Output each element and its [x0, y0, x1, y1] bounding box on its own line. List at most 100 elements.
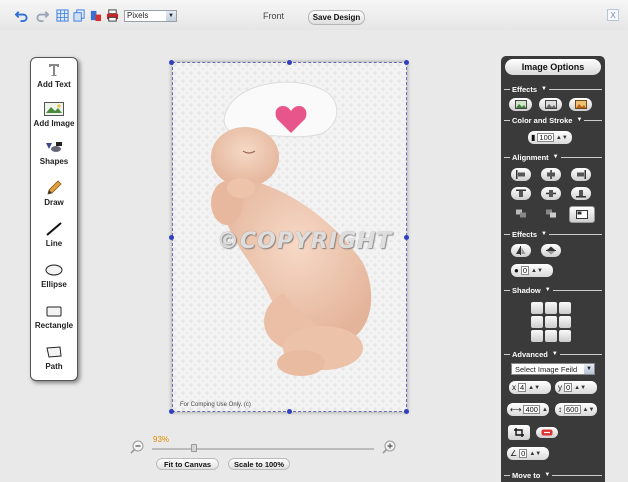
- stepper-arrows-icon[interactable]: ▲▼: [583, 407, 595, 413]
- design-canvas[interactable]: ©COPYRIGHT For Comping Use Only. (c): [172, 62, 407, 412]
- rotation-value[interactable]: 0: [519, 449, 528, 458]
- resize-handle[interactable]: [169, 409, 174, 414]
- side-label: Front: [263, 11, 285, 21]
- zoom-out-icon[interactable]: [130, 440, 144, 454]
- zoom-slider-track[interactable]: [152, 448, 374, 450]
- resize-handle[interactable]: [287, 409, 292, 414]
- bring-forward-button[interactable]: [541, 207, 561, 220]
- redo-icon[interactable]: [36, 9, 49, 22]
- tool-draw[interactable]: Draw: [31, 179, 77, 207]
- delete-icon[interactable]: [89, 9, 102, 22]
- section-effects-2[interactable]: Effects ▼: [504, 229, 602, 239]
- section-move-to[interactable]: Move to ▼: [504, 470, 602, 480]
- tool-path[interactable]: Path: [31, 343, 77, 371]
- height-value[interactable]: 600: [564, 405, 581, 414]
- section-color-stroke[interactable]: Color and Stroke ▼: [504, 115, 602, 125]
- tool-ellipse[interactable]: Ellipse: [31, 261, 77, 289]
- stepper-arrows-icon[interactable]: ▲▼: [556, 135, 568, 141]
- align-bottom-button[interactable]: [571, 187, 591, 200]
- angle-icon: ∠: [510, 449, 518, 458]
- shadow-cell[interactable]: [545, 316, 557, 328]
- shadow-cell[interactable]: [531, 316, 543, 328]
- unit-select[interactable]: Pixels ▼: [124, 10, 177, 22]
- align-center-button[interactable]: [541, 168, 561, 181]
- shadow-cell[interactable]: [531, 302, 543, 314]
- blur-icon: ●: [514, 266, 519, 275]
- align-top-icon: [516, 189, 526, 197]
- image-field-value: Select Image Feild: [515, 364, 578, 374]
- resize-handle[interactable]: [287, 60, 292, 65]
- shadow-cell[interactable]: [545, 302, 557, 314]
- stepper-arrows-icon[interactable]: ▲▼: [528, 385, 540, 391]
- resize-handle[interactable]: [404, 60, 409, 65]
- rotate-crop-button[interactable]: [536, 427, 558, 438]
- section-advanced[interactable]: Advanced ▼: [504, 349, 602, 359]
- flip-horizontal-button[interactable]: [511, 244, 531, 257]
- copy-icon[interactable]: [73, 9, 86, 22]
- image-options-title[interactable]: Image Options: [505, 59, 601, 75]
- y-position-stepper[interactable]: y 0 ▲▼: [555, 381, 597, 394]
- shadow-cell[interactable]: [559, 302, 571, 314]
- section-label: Move to: [512, 470, 541, 480]
- tool-label: Shapes: [39, 157, 69, 166]
- align-center-icon: [547, 170, 555, 179]
- tool-rectangle[interactable]: Rectangle: [31, 302, 77, 330]
- resize-handle[interactable]: [169, 60, 174, 65]
- stepper-arrows-icon[interactable]: ▲▼: [531, 268, 543, 274]
- opacity-value[interactable]: 100: [537, 133, 554, 142]
- zoom-in-icon[interactable]: [382, 440, 396, 454]
- shadow-cell[interactable]: [559, 316, 571, 328]
- blur-stepper[interactable]: ● 0 ▲▼: [511, 264, 553, 277]
- resize-handle[interactable]: [169, 235, 174, 240]
- scale-to-100-button[interactable]: Scale to 100%: [228, 458, 290, 470]
- resize-handle[interactable]: [404, 235, 409, 240]
- image-field-select[interactable]: Select Image Feild ▼: [511, 363, 595, 375]
- align-right-button[interactable]: [571, 168, 591, 181]
- shadow-cell[interactable]: [545, 330, 557, 342]
- flip-vertical-button[interactable]: [541, 244, 561, 257]
- x-position-stepper[interactable]: x 4 ▲▼: [509, 381, 551, 394]
- y-value[interactable]: 0: [564, 383, 573, 392]
- copyright-watermark: ©COPYRIGHT: [217, 229, 393, 254]
- effect-grayscale-button[interactable]: [539, 98, 562, 111]
- section-effects[interactable]: Effects ▼: [504, 84, 602, 94]
- effect-original-button[interactable]: [509, 98, 532, 111]
- opacity-stepper[interactable]: ▮ 100 ▲▼: [528, 131, 572, 144]
- send-backward-button[interactable]: [511, 207, 531, 220]
- shadow-cell[interactable]: [559, 330, 571, 342]
- zoom-slider-thumb[interactable]: [191, 444, 198, 452]
- fit-to-canvas-button[interactable]: Fit to Canvas: [156, 458, 219, 470]
- grid-icon[interactable]: [56, 9, 69, 22]
- stepper-arrows-icon[interactable]: ▲▼: [574, 385, 586, 391]
- tool-line[interactable]: Line: [31, 220, 77, 248]
- close-icon[interactable]: X: [607, 9, 619, 21]
- tool-add-image[interactable]: Add Image: [31, 100, 77, 128]
- shadow-cell[interactable]: [531, 330, 543, 342]
- stepper-arrows-icon[interactable]: ▲▼: [542, 407, 554, 413]
- width-value[interactable]: 400: [523, 405, 540, 414]
- tool-shapes[interactable]: Shapes: [31, 138, 77, 166]
- x-value[interactable]: 4: [518, 383, 527, 392]
- section-shadow[interactable]: Shadow ▼: [504, 285, 602, 295]
- align-left-button[interactable]: [511, 168, 531, 181]
- rotate-icon: [541, 429, 553, 436]
- text-icon: [43, 61, 65, 79]
- shadow-direction-grid[interactable]: [531, 302, 571, 342]
- effect-sepia-button[interactable]: [569, 98, 592, 111]
- rotation-stepper[interactable]: ∠ 0 ▲▼: [507, 447, 549, 460]
- position-panel-button[interactable]: [569, 206, 595, 223]
- crop-button[interactable]: [508, 425, 530, 440]
- blur-value[interactable]: 0: [520, 266, 530, 275]
- width-stepper[interactable]: ⟷ 400 ▲▼: [507, 403, 554, 416]
- resize-handle[interactable]: [404, 409, 409, 414]
- stepper-arrows-icon[interactable]: ▲▼: [529, 451, 541, 457]
- align-top-button[interactable]: [511, 187, 531, 200]
- align-middle-button[interactable]: [541, 187, 561, 200]
- chevron-down-icon: ▼: [584, 364, 594, 374]
- height-stepper[interactable]: ↕ 600 ▲▼: [555, 403, 597, 416]
- print-icon[interactable]: [106, 9, 119, 22]
- save-design-button[interactable]: Save Design: [308, 10, 365, 25]
- tool-add-text[interactable]: Add Text: [31, 61, 77, 89]
- section-alignment[interactable]: Alignment ▼: [504, 152, 602, 162]
- undo-icon[interactable]: [15, 9, 28, 22]
